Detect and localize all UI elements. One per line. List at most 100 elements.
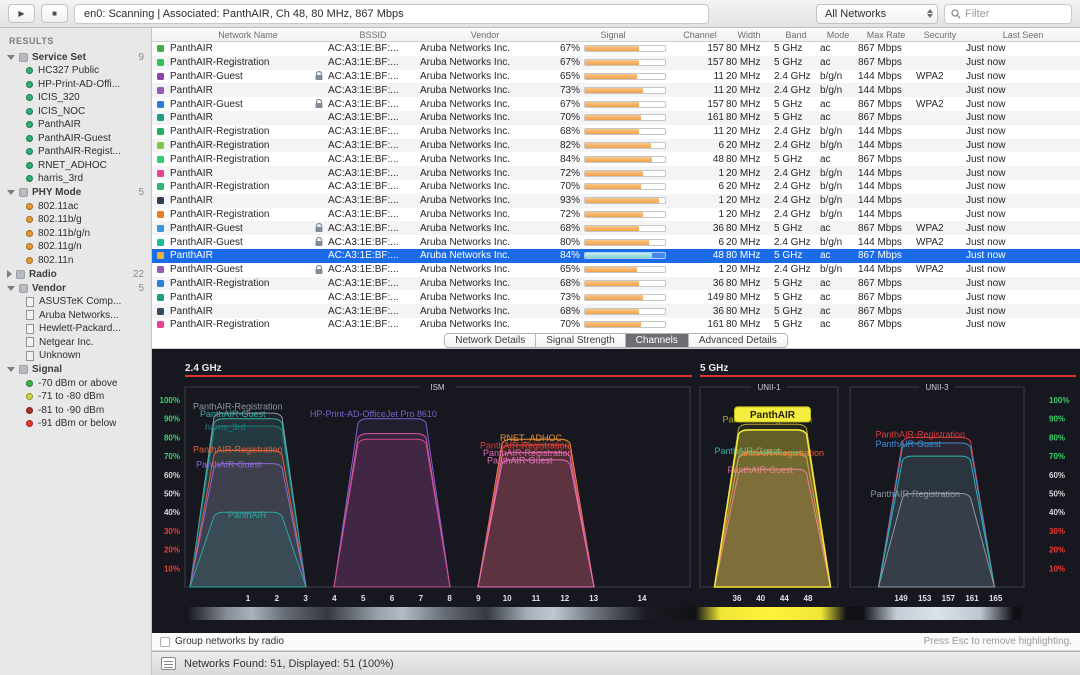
network-row[interactable]: PanthAIR-Registration AC:A3:1E:BF:... Ar… (152, 124, 1080, 139)
network-mode: ac (820, 277, 831, 289)
sidebar-item-802-11g-n[interactable]: 802.11g/n (0, 240, 151, 254)
sidebar-group-signal[interactable]: Signal (0, 363, 151, 377)
network-row[interactable]: PanthAIR-Registration AC:A3:1E:BF:... Ar… (152, 55, 1080, 70)
network-name: PanthAIR-Guest (170, 70, 326, 83)
column-header-vendor[interactable]: Vendor (420, 30, 550, 40)
sidebar-item-icis-noc[interactable]: ICIS_NOC (0, 105, 151, 119)
network-color-chip (156, 279, 164, 287)
toolbar: ▶ ■ en0: Scanning | Associated: PanthAIR… (0, 0, 1080, 28)
network-curve-label: PanthAIR-Guest (487, 456, 553, 466)
sidebar-item-802-11b-g[interactable]: 802.11b/g (0, 213, 151, 227)
network-row[interactable]: PanthAIR AC:A3:1E:BF:... Aruba Networks … (152, 166, 1080, 180)
disclosure-triangle-icon[interactable] (7, 367, 15, 372)
sidebar-group-vendor[interactable]: Vendor 5 (0, 281, 151, 295)
network-row[interactable]: PanthAIR-Guest AC:A3:1E:BF:... Aruba Net… (152, 221, 1080, 236)
network-channel: 11 (713, 126, 724, 138)
sidebar-item-asustek-comp[interactable]: ASUSTeK Comp... (0, 295, 151, 309)
sidebar-item-icis-320[interactable]: ICIS_320 (0, 91, 151, 105)
network-row[interactable]: PanthAIR AC:A3:1E:BF:... Aruba Networks … (152, 304, 1080, 318)
network-row[interactable]: PanthAIR AC:A3:1E:BF:... Aruba Networks … (152, 42, 1080, 56)
sidebar-item-hp-print-ad-offi[interactable]: HP-Print-AD-Offi... (0, 78, 151, 92)
network-row[interactable]: PanthAIR AC:A3:1E:BF:... Aruba Networks … (152, 193, 1080, 208)
sidebar-item-panthair-guest[interactable]: PanthAIR-Guest (0, 132, 151, 146)
sidebar-item-hewlett-packard[interactable]: Hewlett-Packard... (0, 322, 151, 336)
network-row[interactable]: PanthAIR-Registration AC:A3:1E:BF:... Ar… (152, 138, 1080, 153)
sidebar-item-panthair-regist[interactable]: PanthAIR-Regist... (0, 145, 151, 159)
disclosure-triangle-icon[interactable] (7, 54, 15, 60)
scan-stop-button[interactable]: ■ (41, 4, 68, 23)
x-tick-label: 3 (303, 594, 308, 603)
sidebar-item-hc327-public[interactable]: HC327 Public (0, 64, 151, 78)
sidebar-item-91-dbm-or-below[interactable]: -91 dBm or below (0, 417, 151, 431)
network-row[interactable]: PanthAIR-Guest AC:A3:1E:BF:... Aruba Net… (152, 262, 1080, 277)
column-header-mode[interactable]: Mode (820, 30, 856, 40)
group-by-radio-checkbox[interactable]: Group networks by radio (160, 636, 284, 647)
network-mode: b/g/n (820, 181, 843, 193)
network-row[interactable]: PanthAIR-Guest AC:A3:1E:BF:... Aruba Net… (152, 69, 1080, 84)
list-icon[interactable] (161, 657, 176, 670)
sidebar-item-netgear-inc[interactable]: Netgear Inc. (0, 336, 151, 350)
sidebar-item-71-to-80-dbm[interactable]: -71 to -80 dBm (0, 390, 151, 404)
scan-start-button[interactable]: ▶ (8, 4, 35, 23)
network-row[interactable]: PanthAIR-Guest AC:A3:1E:BF:... Aruba Net… (152, 97, 1080, 111)
column-header-channel[interactable]: Channel (676, 30, 724, 40)
sidebar-item-81-to-90-dbm[interactable]: -81 to -90 dBm (0, 404, 151, 418)
column-header-signal[interactable]: Signal (552, 30, 674, 40)
network-row[interactable]: PanthAIR AC:A3:1E:BF:... Aruba Networks … (152, 248, 1080, 263)
network-max-rate: 144 Mbps (858, 139, 902, 151)
sidebar-group-phy-mode[interactable]: PHY Mode 5 (0, 186, 151, 200)
tab-channels[interactable]: Channels (625, 333, 689, 347)
network-row[interactable]: PanthAIR-Registration AC:A3:1E:BF:... Ar… (152, 207, 1080, 222)
network-curve-panthair-guest[interactable] (477, 459, 595, 588)
sidebar-group-service-set[interactable]: Service Set 9 (0, 50, 151, 64)
x-tick-label: 36 (733, 594, 742, 603)
sidebar-item-802-11n[interactable]: 802.11n (0, 254, 151, 268)
column-header-width[interactable]: Width (726, 30, 772, 40)
network-last-seen: Just now (966, 195, 1006, 207)
network-channel: 161 (707, 319, 724, 331)
network-row[interactable]: PanthAIR-Registration AC:A3:1E:BF:... Ar… (152, 317, 1080, 332)
tab-network-details[interactable]: Network Details (445, 333, 537, 347)
signal-bar (584, 141, 666, 149)
network-row[interactable]: PanthAIR AC:A3:1E:BF:... Aruba Networks … (152, 290, 1080, 305)
network-color-chip (156, 252, 164, 260)
content-area: Network Name BSSID Vendor Signal Channel Widt… (152, 28, 1080, 675)
column-header-network-name[interactable]: Network Name (170, 30, 326, 40)
network-row[interactable]: PanthAIR-Registration AC:A3:1E:BF:... Ar… (152, 276, 1080, 291)
column-header-bssid[interactable]: BSSID (328, 30, 418, 40)
column-header-band[interactable]: Band (774, 30, 818, 40)
sidebar-item-panthair[interactable]: PanthAIR (0, 118, 151, 132)
network-scope-select[interactable]: All Networks (816, 3, 938, 24)
sidebar-item-harris-3rd[interactable]: harris_3rd (0, 172, 151, 186)
network-curve-panthair-guest[interactable] (333, 438, 451, 588)
sidebar-item-802-11b-g-n[interactable]: 802.11b/g/n (0, 227, 151, 241)
network-bssid: AC:A3:1E:BF:... (328, 139, 399, 151)
sidebar-item-rnet-adhoc[interactable]: RNET_ADHOC (0, 159, 151, 173)
tab-advanced-details[interactable]: Advanced Details (688, 333, 787, 347)
network-row[interactable]: PanthAIR AC:A3:1E:BF:... Aruba Networks … (152, 83, 1080, 98)
lock-icon (315, 71, 323, 81)
network-band: 2.4 GHz (774, 126, 811, 138)
column-header-security[interactable]: Security (916, 30, 964, 40)
network-row[interactable]: PanthAIR-Guest AC:A3:1E:BF:... Aruba Net… (152, 235, 1080, 249)
sidebar-item-802-11ac[interactable]: 802.11ac (0, 200, 151, 214)
disclosure-triangle-icon[interactable] (7, 190, 15, 195)
filter-input[interactable] (965, 7, 1055, 20)
section-label-ism: ISM (430, 383, 445, 392)
network-last-seen: Just now (966, 264, 1006, 276)
sidebar-item-aruba-networks[interactable]: Aruba Networks... (0, 309, 151, 323)
column-header-last-seen[interactable]: Last Seen (966, 30, 1080, 40)
sidebar-group-radio[interactable]: Radio 22 (0, 267, 151, 281)
network-row[interactable]: PanthAIR AC:A3:1E:BF:... Aruba Networks … (152, 110, 1080, 125)
disclosure-triangle-icon[interactable] (7, 270, 12, 278)
network-row[interactable]: PanthAIR-Registration AC:A3:1E:BF:... Ar… (152, 152, 1080, 167)
filter-search-field[interactable] (944, 3, 1072, 24)
disclosure-triangle-icon[interactable] (7, 285, 15, 291)
sidebar-item-70-dbm-or-above[interactable]: -70 dBm or above (0, 377, 151, 391)
tab-signal-strength[interactable]: Signal Strength (536, 333, 626, 347)
x-tick-label: 149 (894, 594, 908, 603)
network-width: 20 MHz (726, 167, 761, 179)
column-header-max-rate[interactable]: Max Rate (858, 30, 914, 40)
network-row[interactable]: PanthAIR-Registration AC:A3:1E:BF:... Ar… (152, 179, 1080, 194)
sidebar-item-unknown[interactable]: Unknown (0, 349, 151, 363)
